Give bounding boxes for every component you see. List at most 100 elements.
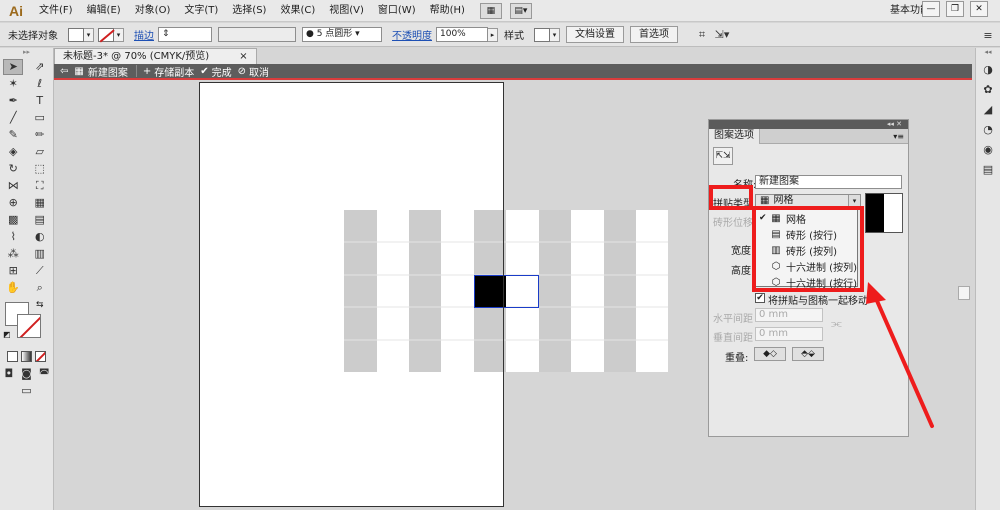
vertical-scrollbar[interactable] [958, 286, 970, 300]
menu-window[interactable]: 窗口(W) [371, 0, 423, 22]
draw-behind-icon[interactable]: ◙ [18, 366, 36, 382]
move-tile-checkbox[interactable]: ✔ [755, 293, 765, 303]
tile-stripe [604, 210, 636, 372]
collapse-icon[interactable]: ◂◂ [976, 48, 1000, 58]
chevron-down-icon[interactable]: ▸ [488, 27, 498, 42]
overlap-horizontal-buttons[interactable]: ◆◇ [754, 347, 786, 361]
cancel-label: 取消 [249, 67, 270, 79]
v-spacing-input[interactable]: 0 mm [755, 327, 823, 341]
artboard-edge [503, 82, 504, 507]
overlap-vertical-buttons[interactable]: ⬘⬙ [792, 347, 824, 361]
collapse-icon[interactable]: ▸▸ [0, 48, 53, 58]
brush-select[interactable]: ● 5 点圆形 ▾ [302, 27, 382, 42]
gradient-mode-icon[interactable] [20, 351, 32, 362]
menu-object[interactable]: 对象(O) [128, 0, 178, 22]
live-paint-icon[interactable]: ▦ [30, 195, 50, 211]
swap-icon[interactable]: ⇆ [36, 300, 44, 310]
scale-tool-icon[interactable]: ⬚ [30, 161, 50, 177]
draw-normal-icon[interactable]: ◘ [0, 366, 18, 382]
panel-menu-icon[interactable]: ▾≡ [893, 132, 908, 141]
eyedropper-icon[interactable]: ⌇ [3, 229, 23, 245]
preferences-button[interactable]: 首选项 [630, 26, 678, 43]
h-spacing-input[interactable]: 0 mm [755, 308, 823, 322]
gradient-tool-icon[interactable]: ▤ [30, 212, 50, 228]
width-tool-icon[interactable]: ⋈ [3, 178, 23, 194]
column-graph-icon[interactable]: ▥ [30, 246, 50, 262]
chevron-down-icon[interactable]: ▾ [550, 27, 560, 42]
pen-tool-icon[interactable]: ✒ [3, 93, 23, 109]
menu-type[interactable]: 文字(T) [177, 0, 225, 22]
layers-icon[interactable]: ▤ [978, 160, 998, 178]
line-tool-icon[interactable]: ╱ [3, 110, 23, 126]
pencil-icon[interactable]: ✏ [30, 127, 50, 143]
paintbrush-icon[interactable]: ✎ [3, 127, 23, 143]
menu-select[interactable]: 选择(S) [225, 0, 273, 22]
eraser-icon[interactable]: ▱ [30, 144, 50, 160]
minimize-button[interactable]: — [922, 1, 940, 17]
pattern-tile-tool-icon[interactable]: ⇱⇲ [713, 147, 733, 165]
stroke-weight-input[interactable]: ⇕ [158, 27, 212, 42]
artboard-tool-icon[interactable]: ⊞ [3, 263, 23, 279]
fill-swatch[interactable] [68, 27, 84, 42]
symbols-icon[interactable]: ◉ [978, 140, 998, 158]
magic-wand-icon[interactable]: ✶ [3, 76, 23, 92]
selection-tool-icon[interactable]: ➤ [3, 58, 24, 75]
align-icon[interactable]: ⇲▾ [712, 27, 732, 43]
back-arrow-icon[interactable]: ⇦ [60, 66, 68, 77]
free-transform-icon[interactable]: ⛶ [30, 178, 50, 194]
chevron-down-icon[interactable]: ▾ [114, 27, 124, 42]
stroke-color-box[interactable] [17, 314, 41, 338]
document-setup-button[interactable]: 文档设置 [566, 26, 624, 43]
menu-edit[interactable]: 编辑(E) [80, 0, 128, 22]
stroke-link[interactable]: 描边 [134, 27, 154, 42]
blend-tool-icon[interactable]: ◐ [30, 229, 50, 245]
direct-selection-tool-icon[interactable]: ⇗ [30, 59, 50, 75]
menu-effect[interactable]: 效果(C) [273, 0, 322, 22]
restore-button[interactable]: ❐ [946, 1, 964, 17]
bridge-icon[interactable]: ▦ [479, 2, 502, 19]
screen-mode-icon[interactable]: ▭ [17, 383, 37, 399]
done-button[interactable]: ✔ 完成 [200, 64, 231, 79]
menu-file[interactable]: 文件(F) [32, 0, 80, 22]
rectangle-tool-icon[interactable]: ▭ [30, 110, 50, 126]
swatches-icon[interactable]: ◢ [978, 100, 998, 118]
chevron-down-icon[interactable]: ▾ [84, 27, 94, 42]
brushes-icon[interactable]: ◔ [978, 120, 998, 138]
slice-tool-icon[interactable]: ⟋ [30, 263, 50, 279]
none-mode-icon[interactable] [34, 351, 46, 362]
pattern-name-input[interactable]: 新建图案 [755, 175, 902, 189]
blob-brush-icon[interactable]: ◈ [3, 144, 23, 160]
menu-view[interactable]: 视图(V) [322, 0, 371, 22]
close-icon[interactable]: × [239, 49, 247, 64]
menu-help[interactable]: 帮助(H) [423, 0, 472, 22]
arrange-documents-icon[interactable]: ▤▾ [509, 2, 532, 19]
tab-pattern-options[interactable]: 图案选项 [709, 128, 760, 144]
color-mode-icon[interactable] [7, 351, 19, 362]
zoom-tool-icon[interactable]: ⌕ [30, 280, 50, 296]
transform-icon[interactable]: ⌗ [692, 27, 712, 43]
cancel-button[interactable]: ⊘ 取消 [238, 64, 269, 79]
rotate-tool-icon[interactable]: ↻ [3, 161, 23, 177]
opacity-input[interactable]: 100% [436, 27, 488, 42]
shape-builder-icon[interactable]: ⊕ [3, 195, 23, 211]
pattern-tile-preview[interactable] [344, 210, 668, 372]
symbol-sprayer-icon[interactable]: ⁂ [3, 246, 23, 262]
default-colors-icon[interactable]: ◩ [3, 330, 11, 339]
panel-menu-icon[interactable]: ≡ [978, 27, 998, 43]
stroke-swatch[interactable] [98, 27, 114, 42]
opacity-link[interactable]: 不透明度 [392, 27, 432, 42]
hand-tool-icon[interactable]: ✋ [3, 280, 23, 296]
document-title: 未标题-3* @ 70% (CMYK/预览) [63, 51, 210, 62]
save-copy-button[interactable]: + 存储副本 [143, 64, 194, 79]
document-tab[interactable]: 未标题-3* @ 70% (CMYK/预览) × [54, 48, 257, 64]
link-spacing-icon[interactable]: ⫘ [831, 316, 842, 331]
close-window-button[interactable]: ✕ [970, 1, 988, 17]
color-guide-icon[interactable]: ✿ [978, 80, 998, 98]
perspective-grid-icon[interactable]: ▩ [3, 212, 23, 228]
color-panel-icon[interactable]: ◑ [978, 60, 998, 78]
draw-inside-icon[interactable]: ◚ [35, 366, 53, 382]
variable-width-select[interactable] [218, 27, 296, 42]
lasso-icon[interactable]: ℓ [30, 76, 50, 92]
type-tool-icon[interactable]: T [30, 93, 50, 109]
graphic-style-swatch[interactable] [534, 27, 550, 42]
